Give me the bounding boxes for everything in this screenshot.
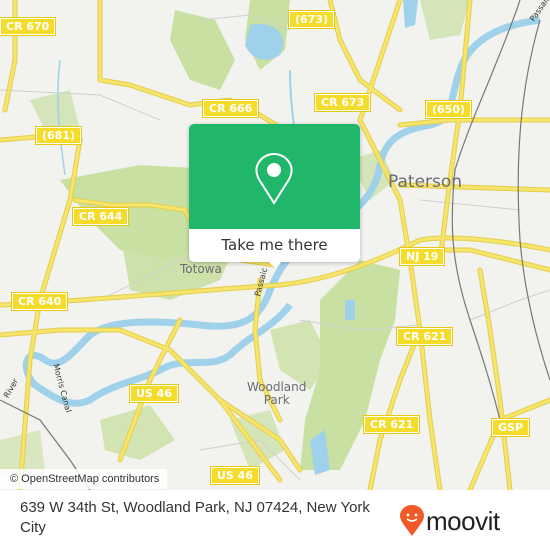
route-shield-681: (681)	[34, 126, 83, 145]
place-label-park: Park	[263, 393, 290, 407]
popup-pointer	[267, 260, 283, 268]
place-label-totowa: Totowa	[180, 262, 222, 276]
route-shield-cr621-north: CR 621	[395, 327, 454, 346]
map-attribution[interactable]: © OpenStreetMap contributors	[0, 469, 168, 489]
route-shield-us46-south: US 46	[210, 466, 260, 485]
place-label-paterson: Paterson	[388, 172, 463, 192]
location-popup: Take me there	[189, 124, 360, 268]
route-shield-673: (673)	[287, 10, 336, 29]
moovit-pin-smile-icon	[400, 505, 424, 536]
address-text: 639 W 34th St, Woodland Park, NJ 07424, …	[20, 499, 370, 536]
route-shield-cr666: CR 666	[201, 99, 260, 118]
route-shield-nj19: NJ 19	[398, 247, 446, 266]
map-pin-icon	[255, 153, 293, 205]
route-shield-cr670: CR 670	[0, 17, 57, 36]
route-shield-cr673: CR 673	[313, 93, 372, 112]
popup-header	[189, 124, 360, 229]
moovit-logo[interactable]: moovit	[400, 505, 500, 537]
route-shield-cr621-south: CR 621	[362, 415, 421, 434]
place-label-woodland-park: Woodland Park	[247, 381, 306, 407]
moovit-wordmark: moovit	[426, 506, 500, 536]
route-shield-cr640: CR 640	[10, 292, 69, 311]
map-canvas[interactable]: CR 670 (673) CR 666 CR 673 (650) (681) C…	[0, 0, 550, 490]
take-me-there-button[interactable]: Take me there	[189, 229, 360, 262]
place-label-woodland: Woodland	[247, 380, 307, 394]
route-shield-650: (650)	[424, 100, 473, 119]
route-shield-us46-west: US 46	[129, 384, 179, 403]
route-shield-gsp: GSP	[490, 418, 531, 437]
footer: 639 W 34th St, Woodland Park, NJ 07424, …	[0, 490, 550, 550]
route-shield-cr644: CR 644	[71, 207, 130, 226]
